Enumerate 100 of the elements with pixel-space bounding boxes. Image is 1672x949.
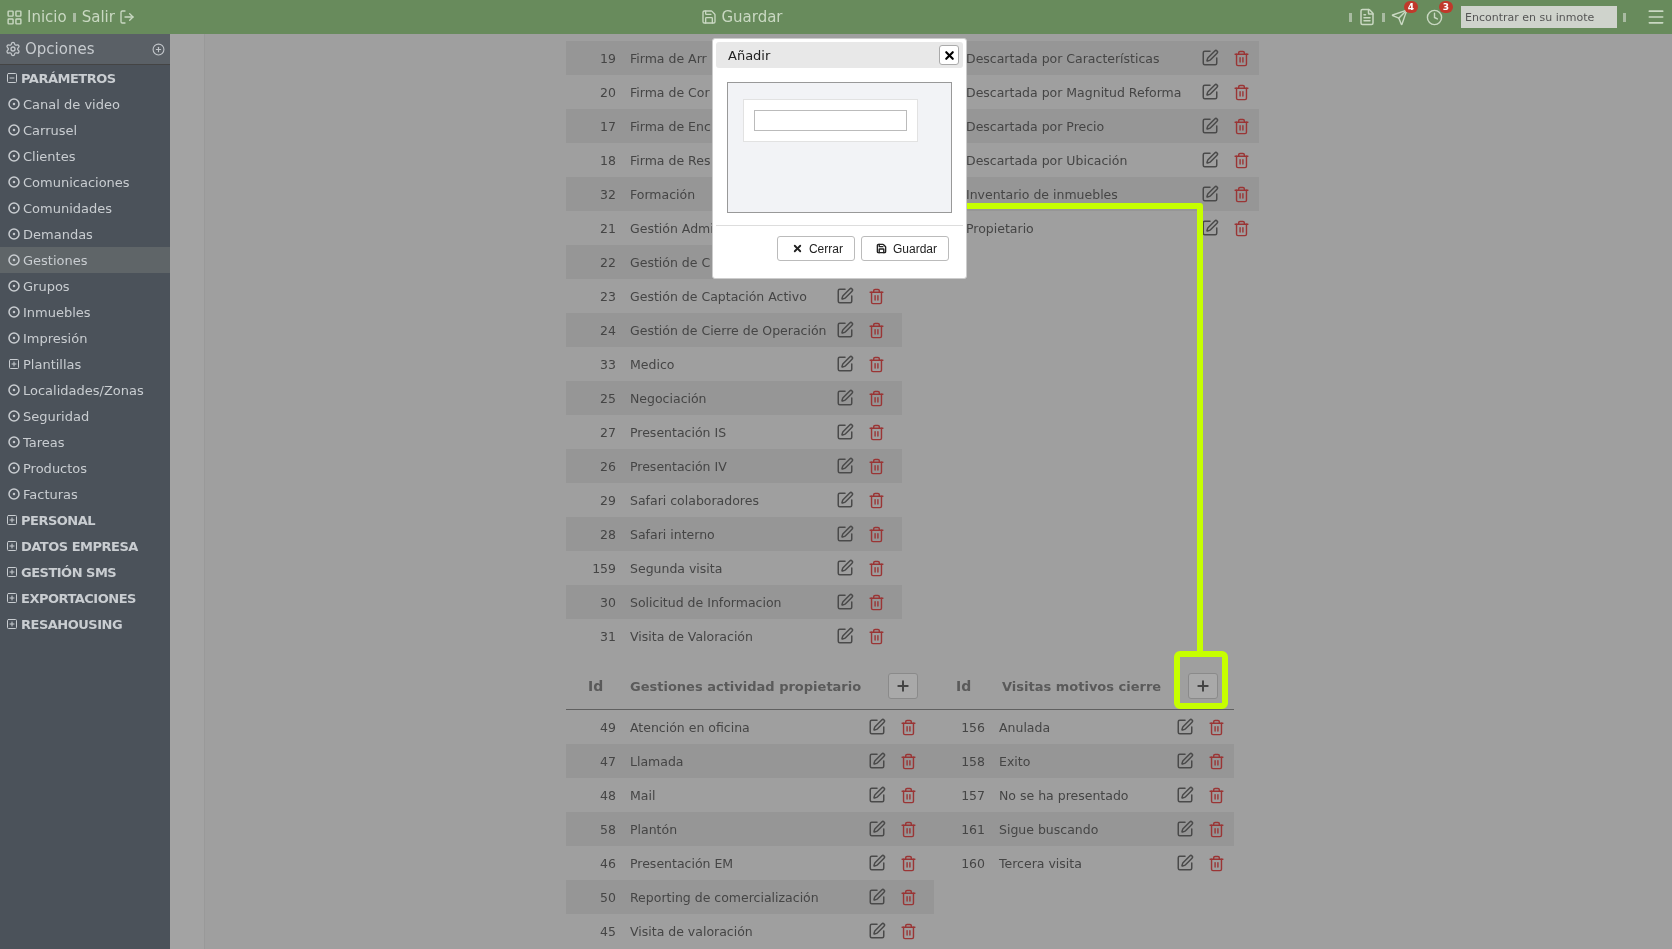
trash-icon[interactable] [900, 820, 917, 838]
circle-dot-icon [8, 384, 20, 396]
trash-icon[interactable] [868, 525, 885, 543]
name-cell: Gestión de C [630, 254, 711, 270]
edit-icon[interactable] [836, 423, 854, 441]
trash-icon[interactable] [900, 854, 917, 872]
trash-icon[interactable] [1233, 117, 1250, 135]
edit-icon[interactable] [868, 888, 886, 906]
sidebar-item[interactable]: Grupos [0, 273, 170, 299]
trash-icon[interactable] [1208, 752, 1225, 770]
save-button[interactable]: Guardar [860, 236, 949, 261]
trash-icon[interactable] [868, 423, 885, 441]
edit-icon[interactable] [1201, 83, 1219, 101]
trash-icon[interactable] [868, 593, 885, 611]
edit-icon[interactable] [836, 389, 854, 407]
paper-plane-icon[interactable] [1391, 8, 1408, 26]
edit-icon[interactable] [868, 820, 886, 838]
sidebar-item[interactable]: Seguridad [0, 403, 170, 429]
sidebar-item[interactable]: Impresión [0, 325, 170, 351]
edit-icon[interactable] [1176, 718, 1194, 736]
trash-icon[interactable] [900, 786, 917, 804]
search-field[interactable]: Encontrar en su inmote [1461, 6, 1617, 28]
trash-icon[interactable] [868, 627, 885, 645]
trash-icon[interactable] [1208, 820, 1225, 838]
edit-icon[interactable] [868, 786, 886, 804]
edit-icon[interactable] [836, 321, 854, 339]
sidebar-section[interactable]: RESAHOUSING [0, 611, 170, 637]
sidebar-section[interactable]: PERSONAL [0, 507, 170, 533]
edit-icon[interactable] [836, 627, 854, 645]
sidebar-item[interactable]: Localidades/Zonas [0, 377, 170, 403]
trash-icon[interactable] [1208, 786, 1225, 804]
trash-icon[interactable] [868, 287, 885, 305]
sidebar-section[interactable]: DATOS EMPRESA [0, 533, 170, 559]
trash-icon[interactable] [868, 559, 885, 577]
sidebar-item[interactable]: Comunicaciones [0, 169, 170, 195]
edit-icon[interactable] [1176, 786, 1194, 804]
trash-icon[interactable] [900, 752, 917, 770]
trash-icon[interactable] [1208, 854, 1225, 872]
sidebar-section[interactable]: GESTIÓN SMS [0, 559, 170, 585]
add-button[interactable] [1188, 673, 1218, 699]
sidebar-item[interactable]: Canal de video [0, 91, 170, 117]
edit-icon[interactable] [868, 718, 886, 736]
close-button[interactable]: Cerrar [776, 236, 855, 261]
menu-icon[interactable] [1646, 7, 1666, 27]
sidebar-item[interactable]: Inmuebles [0, 299, 170, 325]
add-icon[interactable] [152, 42, 165, 56]
sidebar-item[interactable]: Carrusel [0, 117, 170, 143]
edit-icon[interactable] [1176, 820, 1194, 838]
trash-icon[interactable] [868, 321, 885, 339]
edit-icon[interactable] [1201, 49, 1219, 67]
sidebar-item[interactable]: Gestiones [0, 247, 170, 273]
trash-icon[interactable] [868, 457, 885, 475]
trash-icon[interactable] [1233, 83, 1250, 101]
trash-icon[interactable] [868, 491, 885, 509]
sidebar-item[interactable]: Productos [0, 455, 170, 481]
edit-icon[interactable] [836, 491, 854, 509]
id-cell-text: 29 [599, 492, 617, 508]
edit-icon[interactable] [836, 355, 854, 373]
logout-link[interactable]: Salir [81, 8, 135, 26]
sidebar-item[interactable]: Demandas [0, 221, 170, 247]
trash-icon[interactable] [868, 389, 885, 407]
sidebar-item[interactable]: Plantillas [0, 351, 170, 377]
id-cell-text: 18 [599, 152, 617, 168]
add-button[interactable] [888, 673, 918, 699]
close-button[interactable] [939, 45, 959, 65]
clock-icon[interactable] [1426, 8, 1443, 26]
edit-icon[interactable] [1201, 151, 1219, 169]
edit-icon[interactable] [868, 752, 886, 770]
save-link[interactable]: Guardar [701, 8, 783, 26]
edit-icon[interactable] [868, 854, 886, 872]
trash-icon[interactable] [900, 922, 917, 940]
home-link[interactable]: Inicio [6, 8, 67, 26]
edit-icon[interactable] [1201, 185, 1219, 203]
trash-icon[interactable] [1233, 151, 1250, 169]
edit-icon[interactable] [1201, 219, 1219, 237]
sidebar-item[interactable]: Facturas [0, 481, 170, 507]
document-icon[interactable] [1358, 8, 1376, 26]
edit-icon[interactable] [836, 593, 854, 611]
trash-icon[interactable] [1233, 219, 1250, 237]
edit-icon[interactable] [836, 457, 854, 475]
edit-icon[interactable] [1176, 752, 1194, 770]
edit-icon[interactable] [868, 922, 886, 940]
edit-icon[interactable] [1176, 854, 1194, 872]
sidebar-item[interactable]: Comunidades [0, 195, 170, 221]
edit-icon[interactable] [836, 287, 854, 305]
count-badge: 4 [1403, 0, 1418, 13]
trash-icon[interactable] [900, 888, 917, 906]
edit-icon[interactable] [1201, 117, 1219, 135]
edit-icon[interactable] [836, 525, 854, 543]
sidebar-section[interactable]: EXPORTACIONES [0, 585, 170, 611]
sidebar-item[interactable]: Tareas [0, 429, 170, 455]
input-field[interactable] [754, 110, 907, 131]
sidebar-item[interactable]: Clientes [0, 143, 170, 169]
trash-icon[interactable] [1208, 718, 1225, 736]
trash-icon[interactable] [868, 355, 885, 373]
trash-icon[interactable] [1233, 49, 1250, 67]
trash-icon[interactable] [1233, 185, 1250, 203]
sidebar-section[interactable]: PARÁMETROS [0, 65, 170, 91]
trash-icon[interactable] [900, 718, 917, 736]
edit-icon[interactable] [836, 559, 854, 577]
